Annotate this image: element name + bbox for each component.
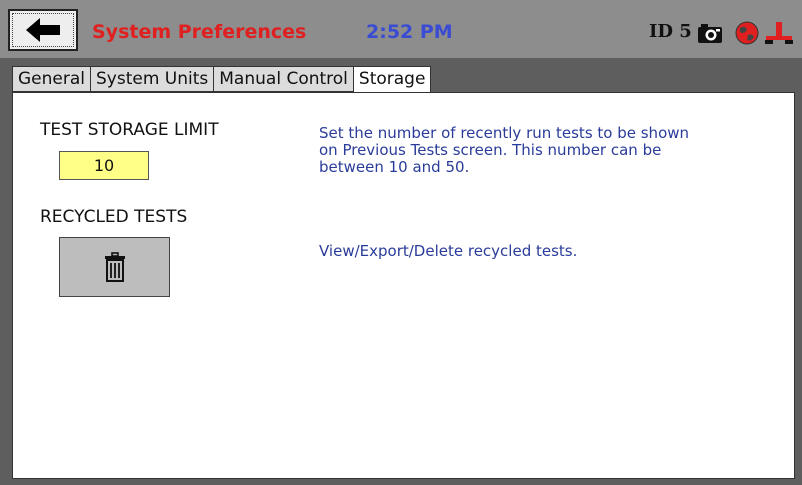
preferences-content: General System Units Manual Control Stor… bbox=[12, 58, 795, 481]
tab-system-units[interactable]: System Units bbox=[91, 66, 215, 92]
tab-manual-control[interactable]: Manual Control bbox=[214, 66, 354, 92]
test-storage-limit-label: TEST STORAGE LIMIT bbox=[40, 120, 219, 140]
recycled-tests-description: View/Export/Delete recycled tests. bbox=[319, 242, 578, 260]
description-line: Set the number of recently run tests to … bbox=[319, 124, 690, 142]
device-id: ID 5 bbox=[649, 21, 692, 42]
camera-icon[interactable] bbox=[697, 21, 723, 45]
test-storage-limit-description: Set the number of recently run tests to … bbox=[319, 125, 689, 176]
trash-icon bbox=[104, 252, 125, 282]
tab-general[interactable]: General bbox=[12, 66, 91, 92]
tab-bar: General System Units Manual Control Stor… bbox=[12, 66, 432, 93]
description-line: between 10 and 50. bbox=[319, 158, 470, 176]
storage-panel: TEST STORAGE LIMIT 10 Set the number of … bbox=[12, 92, 795, 479]
back-arrow-icon bbox=[26, 18, 60, 42]
globe-icon[interactable] bbox=[734, 21, 760, 45]
tab-storage[interactable]: Storage bbox=[353, 66, 432, 93]
network-icon[interactable] bbox=[764, 21, 794, 45]
recycled-tests-button[interactable] bbox=[59, 237, 170, 297]
clock: 2:52 PM bbox=[366, 21, 453, 43]
test-storage-limit-input[interactable]: 10 bbox=[59, 151, 149, 180]
recycled-tests-label: RECYCLED TESTS bbox=[40, 207, 188, 227]
back-button[interactable] bbox=[8, 9, 78, 51]
title-bar: System Preferences 2:52 PM ID 5 bbox=[0, 0, 802, 58]
screen-title: System Preferences bbox=[92, 21, 307, 43]
description-line: on Previous Tests screen. This number ca… bbox=[319, 141, 662, 159]
